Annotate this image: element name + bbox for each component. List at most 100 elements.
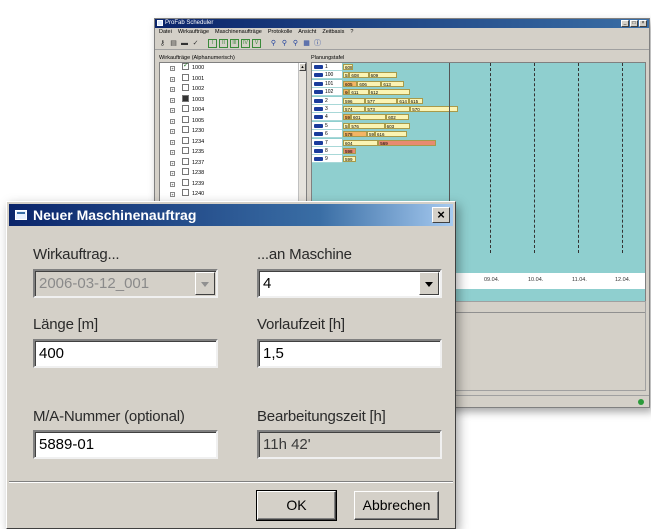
tree-checkbox[interactable] (182, 178, 189, 186)
gantt-bar[interactable]: 612 (368, 89, 411, 96)
gantt-bar[interactable]: 603 (384, 122, 411, 129)
expand-icon[interactable]: + (170, 129, 175, 134)
tree-item[interactable]: +1003 (160, 94, 306, 106)
gantt-bar[interactable]: 608 (343, 64, 353, 70)
maschine-select[interactable]: 4 (257, 269, 442, 298)
gantt-bar[interactable]: 578 (343, 131, 367, 138)
vorlaufzeit-input[interactable]: 1,5 (257, 339, 442, 368)
tree-checkbox[interactable] (182, 63, 189, 72)
menu-protokolle[interactable]: Protokolle (268, 28, 292, 37)
gantt-bar[interactable]: 613 (381, 80, 404, 87)
machine-label[interactable]: 9 (312, 155, 342, 164)
maximize-button[interactable]: □ (630, 20, 638, 27)
tree-item[interactable]: +1002 (160, 84, 306, 95)
gantt-bar[interactable]: 614 (397, 97, 409, 104)
gantt-bar[interactable]: 609 (368, 72, 398, 79)
timescale-3-icon[interactable]: III (230, 38, 239, 48)
menu-zeitbasis[interactable]: Zeitbasis (322, 28, 344, 37)
expand-icon[interactable]: + (170, 160, 175, 166)
menu-ansicht[interactable]: Ansicht (298, 28, 316, 37)
machine-label[interactable]: 102 (312, 88, 342, 97)
print-icon[interactable]: ▬ (180, 39, 189, 48)
menu-wirkauftraege[interactable]: Wirkaufträge (178, 28, 209, 37)
menu-help[interactable]: ? (350, 28, 353, 37)
tree-checkbox[interactable] (182, 94, 189, 102)
cancel-button[interactable]: Abbrechen (354, 491, 439, 520)
timescale-1-icon[interactable]: I (208, 38, 217, 48)
gantt-bar[interactable]: 611 (349, 89, 369, 96)
gantt-bar[interactable]: 596 (343, 97, 366, 104)
chevron-down-icon[interactable] (419, 272, 439, 295)
machine-label[interactable]: 101 (312, 79, 342, 88)
machine-label[interactable]: 7 (312, 138, 342, 147)
gantt-bar[interactable]: 576 (349, 122, 385, 129)
dialog-close-button[interactable]: × (432, 207, 450, 223)
machine-label[interactable]: 100 (312, 71, 342, 80)
expand-icon[interactable]: + (170, 108, 175, 113)
ma-nummer-input[interactable]: 5889-01 (33, 430, 218, 459)
tree-item[interactable]: +1000 (160, 63, 306, 74)
tree-checkbox[interactable] (182, 157, 189, 165)
gantt-bar[interactable]: 599 (343, 156, 356, 163)
tree-checkbox[interactable] (182, 136, 189, 144)
machine-label[interactable]: 4 (312, 113, 342, 122)
timescale-4-icon[interactable]: IV (241, 38, 250, 48)
gantt-bar[interactable]: 570 (410, 105, 459, 112)
gantt-bar[interactable]: 602 (386, 114, 409, 121)
tree-item[interactable]: +1005 (160, 115, 306, 127)
machine-label[interactable]: 3 (312, 104, 342, 113)
gantt-bar[interactable]: 606 (357, 80, 382, 87)
tree-item[interactable]: +1235 (160, 147, 306, 158)
tree-item[interactable]: +1234 (160, 136, 306, 148)
expand-icon[interactable]: + (170, 66, 175, 71)
zoom-in-icon[interactable]: ⚲ (280, 39, 289, 48)
timescale-2-icon[interactable]: II (219, 38, 228, 48)
zoom-out-icon[interactable]: ⚲ (291, 39, 300, 48)
tree-item[interactable]: +1240 (160, 189, 306, 200)
gantt-bar[interactable]: 598 (343, 114, 351, 121)
scroll-up-icon[interactable]: ▲ (299, 63, 306, 71)
menu-maschinenauftraege[interactable]: Maschinenaufträge (215, 28, 262, 37)
main-close-button[interactable]: × (639, 20, 647, 27)
gantt-bar[interactable]: 615 (408, 97, 423, 104)
tree-checkbox[interactable] (182, 84, 189, 91)
gantt-bar[interactable]: 569 (378, 139, 436, 146)
tree-checkbox[interactable] (182, 189, 189, 196)
machine-label[interactable]: 6 (312, 130, 342, 139)
gantt-bar[interactable]: 616 (375, 131, 407, 138)
tree-item[interactable]: +1004 (160, 105, 306, 116)
gantt-bar[interactable]: 608 (349, 72, 369, 79)
tree-checkbox[interactable] (182, 115, 189, 123)
expand-icon[interactable]: + (170, 150, 175, 155)
gantt-bar[interactable]: 577 (365, 97, 398, 104)
tree-item[interactable]: +1001 (160, 73, 306, 85)
machine-label[interactable]: 8 (312, 146, 342, 155)
tree-checkbox[interactable] (182, 126, 189, 133)
tree-item[interactable]: +1237 (160, 157, 306, 169)
expand-icon[interactable]: + (170, 87, 175, 92)
tree-item[interactable]: +1238 (160, 168, 306, 179)
document-icon[interactable]: ▤ (169, 39, 178, 48)
expand-icon[interactable]: + (170, 118, 175, 124)
machine-label[interactable]: 1 (312, 63, 342, 71)
tree-item[interactable]: +1230 (160, 126, 306, 137)
gantt-bar[interactable]: 605 (343, 80, 358, 87)
gantt-bar[interactable]: 601 (351, 114, 387, 121)
info-icon[interactable]: ⓘ (313, 39, 322, 48)
gantt-bar[interactable]: 574 (343, 105, 366, 112)
minimize-button[interactable]: _ (621, 20, 629, 27)
tree-checkbox[interactable] (182, 168, 189, 175)
calendar-icon[interactable]: ▦ (302, 39, 311, 48)
checklist-icon[interactable]: ✓ (191, 39, 200, 48)
expand-icon[interactable]: + (170, 192, 175, 197)
gantt-bar[interactable]: 573 (365, 105, 411, 112)
key-icon[interactable]: ⚷ (158, 39, 167, 48)
ok-button[interactable]: OK (256, 490, 337, 521)
tree-checkbox[interactable] (182, 147, 189, 154)
machine-label[interactable]: 5 (312, 121, 342, 130)
expand-icon[interactable]: + (170, 139, 175, 145)
timescale-5-icon[interactable]: V (252, 38, 261, 48)
tree-checkbox[interactable] (182, 105, 189, 112)
gantt-bar[interactable]: 604 (343, 139, 379, 146)
tree-checkbox[interactable] (182, 73, 189, 81)
